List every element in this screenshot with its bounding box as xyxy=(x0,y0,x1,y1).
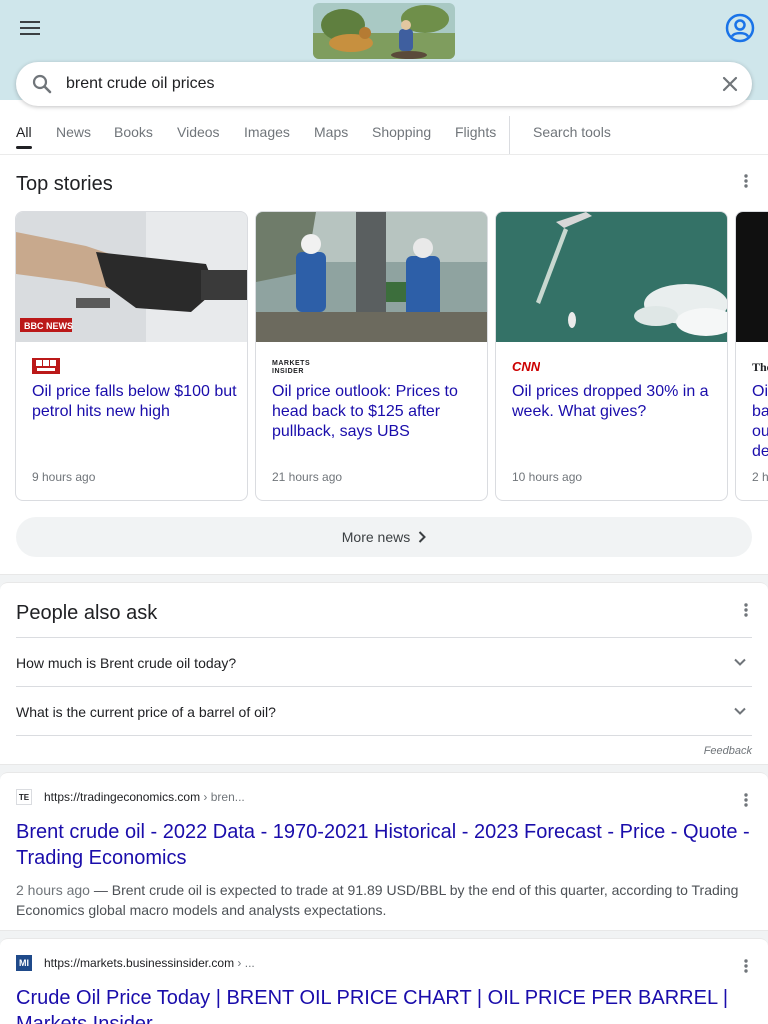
story-image: BBC NEWS xyxy=(16,212,247,342)
result-url[interactable]: https://markets.businessinsider.com › ..… xyxy=(44,956,255,970)
tab-all[interactable]: All xyxy=(16,124,32,140)
search-box[interactable] xyxy=(16,62,752,106)
result-url[interactable]: https://tradingeconomics.com › bren... xyxy=(44,790,245,804)
header: All News Books Videos Images Maps Shoppi… xyxy=(0,0,768,155)
businessinsider-favicon: MI xyxy=(16,955,32,971)
svg-text:CNN: CNN xyxy=(512,359,540,374)
paa-question-text: How much is Brent crude oil today? xyxy=(16,655,237,671)
more-vert-icon xyxy=(744,793,748,807)
source-name: The xyxy=(752,360,768,374)
story-title[interactable]: Oil price falls below $100 but petrol hi… xyxy=(32,382,237,422)
result-url-domain: https://markets.businessinsider.com xyxy=(44,956,235,970)
story-title[interactable]: Oi ba ou de xyxy=(752,382,768,462)
cnn-logo: CNN xyxy=(512,358,541,374)
result-more-button[interactable] xyxy=(734,954,758,978)
tab-maps[interactable]: Maps xyxy=(314,124,348,140)
menu-button[interactable] xyxy=(14,12,46,44)
result-url-crumb: › bren... xyxy=(200,790,245,804)
result-snippet-text: — Brent crude oil is expected to trade a… xyxy=(16,882,739,918)
more-news-label: More news xyxy=(341,529,411,545)
svg-text:INSIDER: INSIDER xyxy=(272,368,304,374)
story-time: 2 h xyxy=(752,470,768,484)
result-url-domain: https://tradingeconomics.com xyxy=(44,790,201,804)
stories-carousel[interactable]: BBC NEWS Oil price falls below $100 but … xyxy=(15,211,768,501)
search-icon[interactable] xyxy=(30,72,54,96)
source-logo: The xyxy=(752,358,768,374)
paa-question[interactable]: How much is Brent crude oil today? xyxy=(16,637,752,686)
story-time: 9 hours ago xyxy=(32,470,96,484)
result-url-crumb: › ... xyxy=(234,956,255,970)
account-button[interactable] xyxy=(722,10,758,46)
story-title[interactable]: Oil prices dropped 30% in a week. What g… xyxy=(512,382,717,422)
result-title-link[interactable]: Crude Oil Price Today | BRENT OIL PRICE … xyxy=(16,985,756,1024)
favicon-text: TE xyxy=(18,792,30,802)
favicon-text: MI xyxy=(19,958,29,968)
tab-videos[interactable]: Videos xyxy=(177,124,220,140)
search-tabs: All News Books Videos Images Maps Shoppi… xyxy=(0,116,768,155)
story-image xyxy=(256,212,487,342)
svg-text:MARKETS: MARKETS xyxy=(272,360,310,367)
people-also-ask-title: People also ask xyxy=(16,602,158,624)
paa-more-button[interactable] xyxy=(734,598,758,622)
chevron-right-icon xyxy=(419,531,427,543)
top-stories-title: Top stories xyxy=(16,173,113,195)
chevron-down-icon xyxy=(734,707,746,715)
top-stories-more-button[interactable] xyxy=(734,169,758,193)
story-image xyxy=(736,212,768,342)
result-snippet: 2 hours ago — Brent crude oil is expecte… xyxy=(16,880,752,920)
more-vert-icon xyxy=(744,174,748,188)
more-vert-icon xyxy=(744,959,748,973)
more-news-button[interactable]: More news xyxy=(16,517,752,557)
menu-icon xyxy=(20,21,40,35)
people-also-ask-card: People also ask How much is Brent crude … xyxy=(0,582,768,765)
tabs-divider xyxy=(509,116,510,154)
tab-flights[interactable]: Flights xyxy=(455,124,496,140)
active-tab-indicator xyxy=(16,146,32,149)
result-date: 2 hours ago xyxy=(16,882,90,898)
result-title-link[interactable]: Brent crude oil - 2022 Data - 1970-2021 … xyxy=(16,819,756,871)
markets-insider-logo: MARKETS INSIDER xyxy=(272,358,324,375)
story-card[interactable]: BBC NEWS Oil price falls below $100 but … xyxy=(15,211,248,501)
paa-question[interactable]: What is the current price of a barrel of… xyxy=(16,686,752,736)
search-result: TE https://tradingeconomics.com › bren..… xyxy=(0,772,768,931)
story-card[interactable]: MARKETS INSIDER Oil price outlook: Price… xyxy=(255,211,488,501)
story-card[interactable]: CNN Oil prices dropped 30% in a week. Wh… xyxy=(495,211,728,501)
search-input[interactable] xyxy=(66,68,706,100)
more-vert-icon xyxy=(744,603,748,617)
feedback-link[interactable]: Feedback xyxy=(704,745,752,757)
tab-books[interactable]: Books xyxy=(114,124,153,140)
top-stories-card: Top stories BBC NEWS Oil price falls bel… xyxy=(0,155,768,575)
paa-question-text: What is the current price of a barrel of… xyxy=(16,704,276,720)
account-icon xyxy=(725,13,755,43)
close-icon[interactable] xyxy=(718,72,742,96)
story-title[interactable]: Oil price outlook: Prices to head back t… xyxy=(272,382,477,442)
doodle-image xyxy=(313,3,455,59)
search-result: MI https://markets.businessinsider.com ›… xyxy=(0,938,768,1024)
svg-text:BBC NEWS: BBC NEWS xyxy=(24,321,73,331)
search-tools-button[interactable]: Search tools xyxy=(533,124,611,140)
story-image xyxy=(496,212,727,342)
story-card[interactable]: The Oi ba ou de 2 h xyxy=(735,211,768,501)
google-doodle[interactable] xyxy=(313,3,455,59)
story-time: 10 hours ago xyxy=(512,470,583,484)
bbc-news-logo xyxy=(32,358,60,374)
tab-shopping[interactable]: Shopping xyxy=(372,124,431,140)
chevron-down-icon xyxy=(734,658,746,666)
result-more-button[interactable] xyxy=(734,788,758,812)
tab-images[interactable]: Images xyxy=(244,124,290,140)
tradingeconomics-favicon: TE xyxy=(16,789,32,805)
tab-news[interactable]: News xyxy=(56,124,91,140)
story-time: 21 hours ago xyxy=(272,470,343,484)
